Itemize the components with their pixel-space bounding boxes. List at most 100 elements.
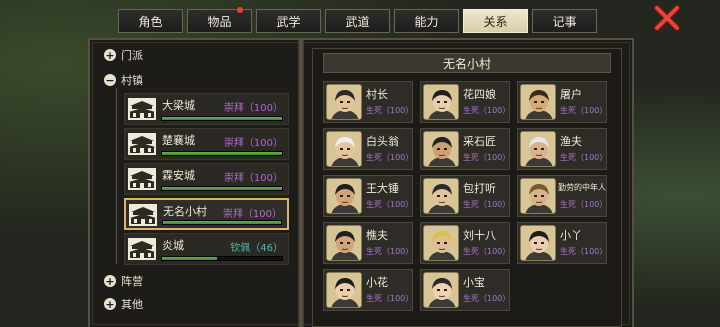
- npc-card[interactable]: 村长 生死（100）: [323, 81, 413, 123]
- npc-relation: 生死（100）: [463, 153, 511, 162]
- npc-card[interactable]: 刘十八 生死（100）: [420, 222, 510, 264]
- npc-card[interactable]: 小宝生死（100）: [420, 269, 510, 311]
- npc-portrait-icon: [521, 132, 555, 166]
- npc-name: 勤劳的中年人: [558, 183, 606, 192]
- tab-label: 记事: [552, 14, 577, 29]
- tab-items[interactable]: 物品: [187, 7, 252, 33]
- town-item[interactable]: 无名小村 崇拜（100）: [124, 198, 289, 230]
- npc-card[interactable]: 渔夫 生死（100）: [517, 128, 607, 170]
- npc-portrait-icon: [424, 85, 458, 119]
- expand-plus-icon: +: [104, 48, 116, 62]
- town-building-icon: [128, 168, 156, 190]
- town-name: 楚襄城: [162, 134, 195, 147]
- npc-card[interactable]: 包打听 生死（100）: [420, 175, 510, 217]
- npc-relation: 生死（100）: [560, 106, 608, 115]
- town-relation: 崇拜（100）: [223, 103, 283, 114]
- town-name: 无名小村: [163, 205, 207, 218]
- collapse-minus-icon: −: [104, 73, 116, 87]
- tab-label: 物品: [207, 14, 232, 29]
- town-building-icon: [128, 98, 156, 120]
- group-label: 其他: [121, 298, 143, 311]
- town-name: 霖安城: [162, 169, 195, 182]
- group-town[interactable]: − 村镇: [104, 71, 143, 89]
- tab-journal[interactable]: 记事: [532, 9, 597, 33]
- npc-name: 小宝: [463, 276, 485, 289]
- tab-martial-arts[interactable]: 武学: [256, 9, 321, 33]
- npc-portrait-icon: [424, 273, 458, 307]
- relation-progress-fill: [162, 117, 282, 120]
- npc-name: 小丫: [560, 229, 582, 242]
- npc-portrait: [326, 84, 362, 120]
- expand-plus-icon: +: [104, 274, 116, 288]
- npc-portrait: [326, 131, 362, 167]
- group-label: 门派: [121, 49, 143, 62]
- npc-card[interactable]: 勤劳的中年人 生死（100）: [517, 175, 607, 217]
- npc-portrait: [423, 225, 459, 261]
- tab-label: 武学: [276, 14, 301, 29]
- town-item[interactable]: 霖安城 崇拜（100）: [124, 163, 289, 195]
- npc-card[interactable]: 樵夫生死（100）: [323, 222, 413, 264]
- npc-portrait-icon: [521, 226, 555, 260]
- relations-panel: + 门派 − 村镇 大梁城 崇拜（100） 楚襄城 崇拜（100） 霖安城 崇拜（100）…: [88, 38, 634, 327]
- npc-card[interactable]: 采石匠生死（100）: [420, 128, 510, 170]
- npc-name: 白头翁: [366, 135, 399, 148]
- npc-relation: 生死（100）: [463, 106, 511, 115]
- group-other[interactable]: + 其他: [104, 295, 143, 313]
- town-item[interactable]: 炎城 钦佩（46）: [124, 233, 289, 265]
- npc-area: 无名小村 村长 生死（100） 花四娘 生死（100） 屠户 生死（100） 白头翁 生死（1…: [312, 48, 622, 327]
- npc-relation: 生死（100）: [560, 200, 608, 209]
- npc-name: 采石匠: [463, 135, 496, 148]
- relation-progress-fill: [163, 221, 281, 224]
- relation-progress-fill: [162, 152, 282, 155]
- npc-portrait-icon: [327, 85, 361, 119]
- village-title: 无名小村: [323, 53, 611, 73]
- tab-relations[interactable]: 关系: [463, 9, 528, 33]
- town-item[interactable]: 大梁城 崇拜（100）: [124, 93, 289, 125]
- faction-list: + 门派 − 村镇 大梁城 崇拜（100） 楚襄城 崇拜（100） 霖安城 崇拜（100）…: [90, 40, 296, 327]
- relation-progress-bar: [162, 220, 282, 225]
- relation-progress-bar: [161, 256, 283, 261]
- town-building-icon: [128, 133, 156, 155]
- expand-plus-icon: +: [104, 297, 116, 311]
- npc-card[interactable]: 王大锤 生死（100）: [323, 175, 413, 217]
- npc-relation: 生死（100）: [366, 294, 414, 303]
- npc-name: 村长: [366, 88, 388, 101]
- npc-relation: 生死（100）: [463, 247, 511, 256]
- town-item[interactable]: 楚襄城 崇拜（100）: [124, 128, 289, 160]
- npc-portrait-icon: [327, 273, 361, 307]
- npc-relation: 生死（100）: [463, 294, 511, 303]
- tab-martial-way[interactable]: 武道: [325, 9, 390, 33]
- npc-card[interactable]: 小花 生死（100）: [323, 269, 413, 311]
- npc-portrait: [423, 84, 459, 120]
- close-button[interactable]: [652, 4, 682, 32]
- tree-line: [116, 88, 117, 264]
- npc-card[interactable]: 花四娘 生死（100）: [420, 81, 510, 123]
- town-relation: 崇拜（100）: [223, 138, 283, 149]
- npc-portrait-icon: [424, 179, 458, 213]
- npc-portrait: [520, 131, 556, 167]
- npc-name: 樵夫: [366, 229, 388, 242]
- npc-relation: 生死（100）: [560, 153, 608, 162]
- npc-name: 包打听: [463, 182, 496, 195]
- tab-label: 角色: [138, 14, 163, 29]
- group-sect[interactable]: + 门派: [104, 46, 143, 64]
- tab-character[interactable]: 角色: [118, 9, 183, 33]
- group-camp[interactable]: + 阵营: [104, 272, 143, 290]
- npc-portrait-icon: [521, 179, 555, 213]
- npc-portrait: [423, 272, 459, 308]
- tab-abilities[interactable]: 能力: [394, 9, 459, 33]
- npc-card[interactable]: 小丫 生死（100）: [517, 222, 607, 264]
- relation-progress-bar: [161, 116, 283, 121]
- npc-relation: 生死（100）: [366, 247, 414, 256]
- npc-card[interactable]: 白头翁 生死（100）: [323, 128, 413, 170]
- close-icon: [653, 4, 681, 32]
- relation-progress-fill: [162, 187, 282, 190]
- npc-portrait: [423, 131, 459, 167]
- town-relation: 崇拜（100）: [222, 209, 282, 220]
- npc-portrait: [326, 272, 362, 308]
- npc-card[interactable]: 屠户生死（100）: [517, 81, 607, 123]
- relation-progress-fill: [162, 257, 218, 260]
- group-label: 阵营: [121, 275, 143, 288]
- npc-name: 屠户: [560, 88, 582, 101]
- npc-portrait-icon: [327, 179, 361, 213]
